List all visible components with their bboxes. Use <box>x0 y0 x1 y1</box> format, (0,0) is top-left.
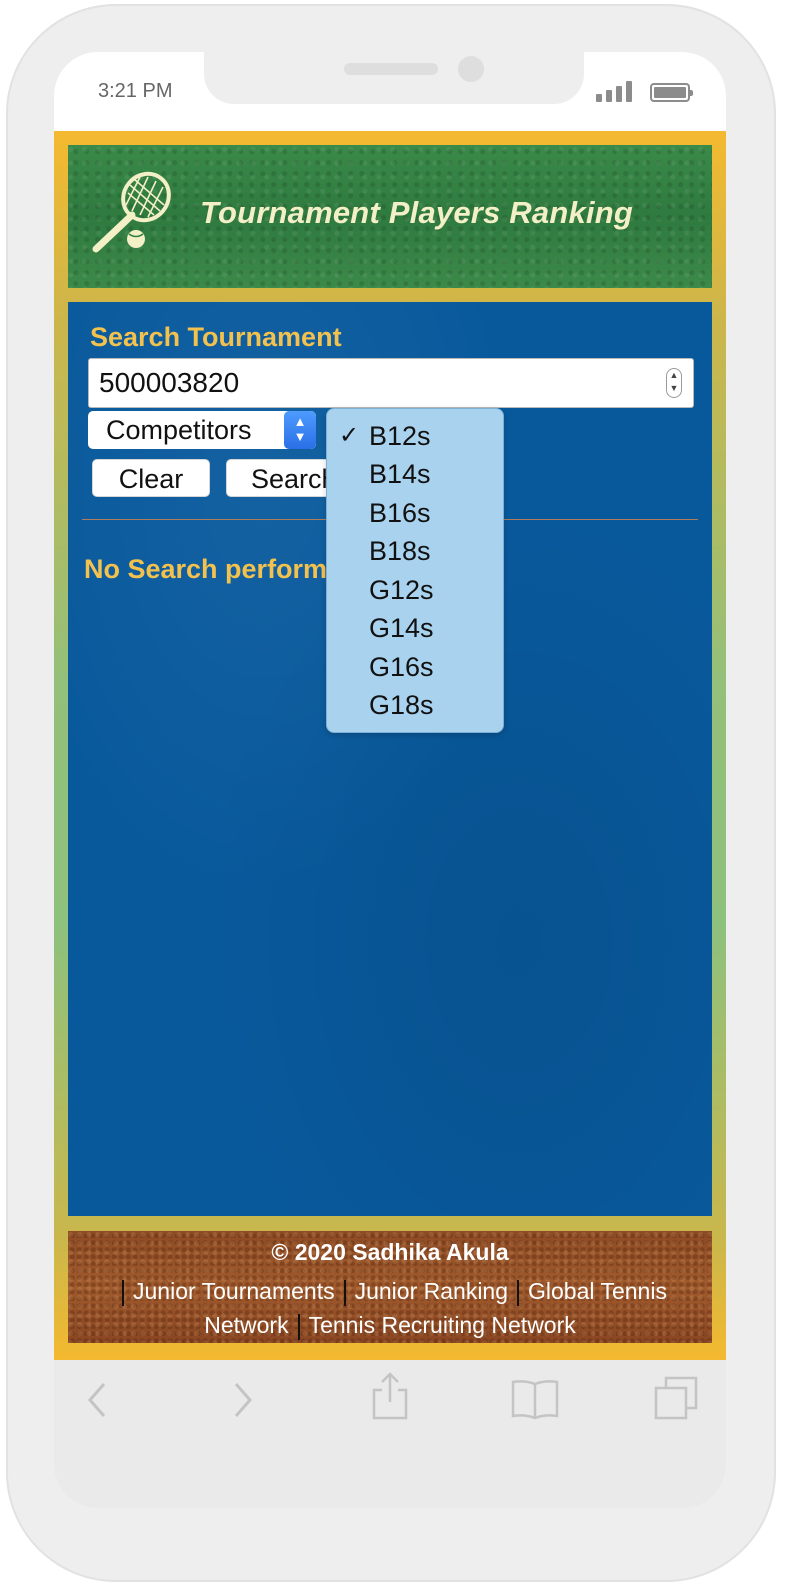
phone-notch <box>204 52 584 104</box>
page-footer: © 2020 Sadhika Akula Junior Tournaments J… <box>68 1231 712 1343</box>
page-title: Tournament Players Ranking <box>200 195 633 230</box>
chevron-updown-icon: ▲ ▼ <box>284 411 316 449</box>
app-container: Tournament Players Ranking Search Tourna… <box>54 131 726 1360</box>
category-select[interactable]: Competitors ▲ ▼ <box>88 411 316 449</box>
link-global-tennis-network-cont[interactable]: Network <box>204 1312 288 1338</box>
battery-icon <box>650 83 693 102</box>
forward-icon[interactable] <box>230 1380 256 1420</box>
link-separator <box>297 1313 300 1340</box>
link-tennis-recruiting-network[interactable]: Tennis Recruiting Network <box>309 1312 576 1338</box>
share-icon[interactable] <box>370 1370 410 1422</box>
no-search-message: No Search performed <box>84 554 359 584</box>
link-junior-tournaments[interactable]: Junior Tournaments <box>133 1278 335 1304</box>
tournament-id-input[interactable] <box>88 358 694 408</box>
phone-speaker <box>344 63 438 75</box>
link-junior-ranking[interactable]: Junior Ranking <box>355 1278 508 1304</box>
phone-camera <box>458 56 484 82</box>
tabs-icon[interactable] <box>652 1374 700 1422</box>
tennis-racket-ball-icon <box>92 171 171 253</box>
dropdown-option[interactable]: B16s <box>327 494 505 532</box>
checkmark-icon: ✓ <box>339 422 360 449</box>
age-group-dropdown: ✓ B12s B14s B16s B18s G12s G14s G16s G18… <box>326 408 504 733</box>
search-tournament-label: Search Tournament <box>90 322 342 352</box>
dropdown-option[interactable]: G18s <box>327 686 505 724</box>
clear-button[interactable]: Clear <box>92 459 210 497</box>
link-separator <box>517 1279 520 1306</box>
status-time: 3:21 PM <box>98 80 173 102</box>
dropdown-option[interactable]: G12s <box>327 571 505 609</box>
category-select-value: Competitors <box>106 415 252 445</box>
back-icon[interactable] <box>84 1380 110 1420</box>
page-header: Tournament Players Ranking <box>68 145 712 288</box>
dropdown-option[interactable]: B14s <box>327 455 505 493</box>
dropdown-option[interactable]: G14s <box>327 609 505 647</box>
dropdown-option[interactable]: ✓ B12s <box>327 417 505 455</box>
signal-icon <box>596 80 632 102</box>
link-global-tennis-network[interactable]: Global Tennis <box>528 1278 667 1304</box>
browser-toolbar <box>54 1360 726 1508</box>
number-spinner[interactable]: ▲ ▼ <box>666 368 682 398</box>
dropdown-option[interactable]: B18s <box>327 532 505 570</box>
link-separator <box>122 1279 125 1306</box>
dropdown-option[interactable]: G16s <box>327 648 505 686</box>
link-separator <box>343 1279 346 1306</box>
copyright: © 2020 Sadhika Akula <box>271 1239 509 1265</box>
bookmarks-icon[interactable] <box>510 1378 560 1420</box>
